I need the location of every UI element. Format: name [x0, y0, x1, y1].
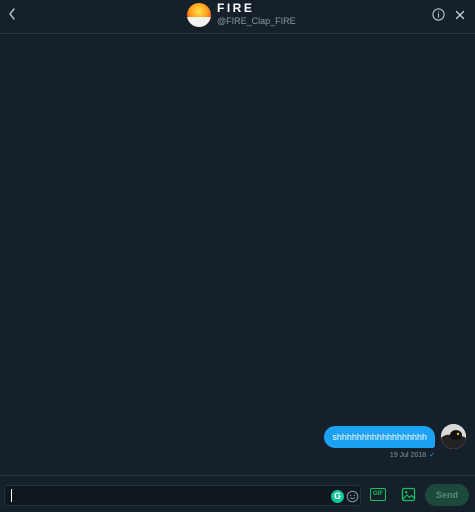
- message-list[interactable]: shhhhhhhhhhhhhhhhhh 19 Jul 2018 ✓: [0, 35, 475, 475]
- gif-icon: GIF: [373, 491, 383, 497]
- chevron-left-icon: [9, 8, 15, 20]
- emoji-icon: [346, 490, 359, 503]
- image-icon: [401, 487, 416, 502]
- dm-conversation-window: FIRE @FIRE_Clap_FIRE shhhhhhhhhhhhhhhhhh…: [0, 0, 475, 512]
- info-button[interactable]: [432, 8, 445, 21]
- message-composer: G GIF Send: [0, 475, 475, 512]
- avatar-image: [441, 424, 466, 449]
- text-caret: [11, 489, 12, 502]
- message-timestamp: 19 Jul 2018: [389, 452, 427, 459]
- header-avatar[interactable]: [187, 3, 211, 27]
- info-icon: [432, 8, 445, 21]
- sender-avatar[interactable]: [441, 424, 466, 449]
- conversation-handle[interactable]: @FIRE_Clap_FIRE: [217, 15, 296, 27]
- message-meta: 19 Jul 2018 ✓: [390, 451, 435, 461]
- gif-button[interactable]: GIF: [370, 488, 386, 501]
- back-button[interactable]: [3, 4, 21, 24]
- close-icon: [455, 10, 465, 20]
- message-input[interactable]: G: [4, 485, 361, 506]
- conversation-title[interactable]: FIRE: [217, 1, 254, 15]
- message-bubble[interactable]: shhhhhhhhhhhhhhhhhh: [324, 426, 435, 448]
- grammarly-button[interactable]: G: [331, 490, 344, 503]
- emoji-button[interactable]: [346, 490, 359, 503]
- send-button[interactable]: Send: [425, 484, 469, 506]
- avatar-image: [187, 17, 211, 27]
- close-button[interactable]: [454, 8, 466, 20]
- add-media-button[interactable]: [401, 487, 416, 502]
- checkmark-icon: ✓: [429, 452, 435, 459]
- conversation-header: FIRE @FIRE_Clap_FIRE: [0, 0, 475, 34]
